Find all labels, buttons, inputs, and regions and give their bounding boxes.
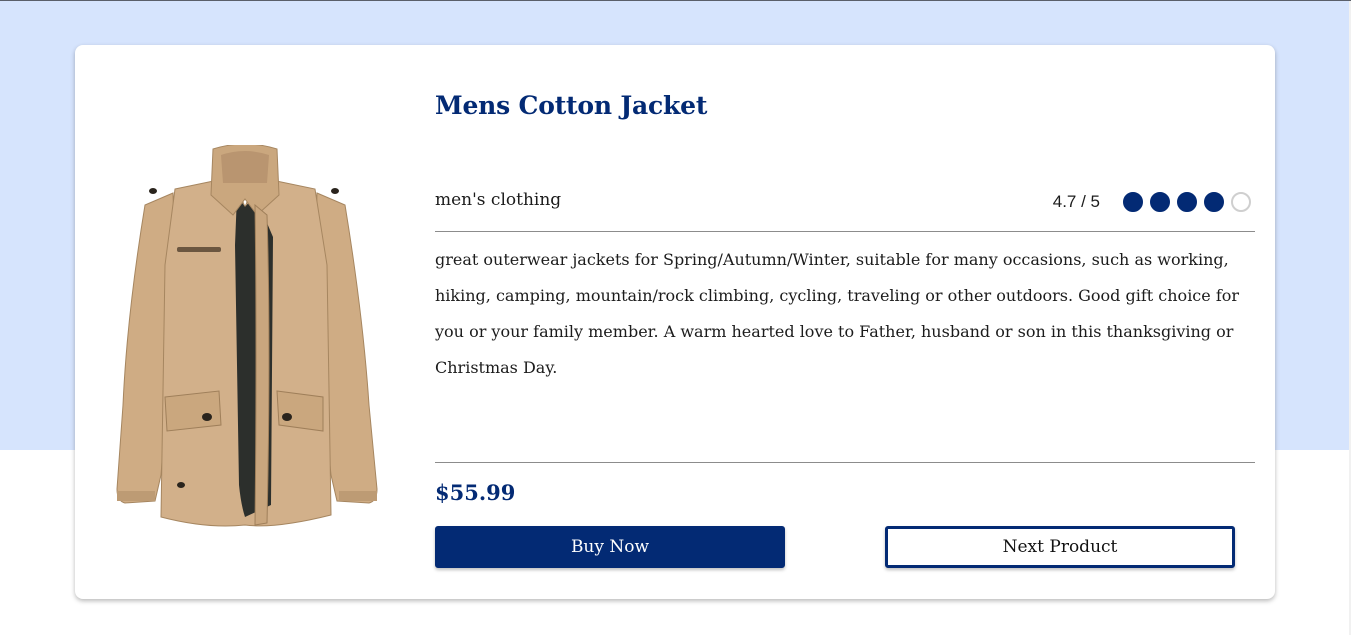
product-price: $55.99 xyxy=(435,480,516,505)
next-product-button[interactable]: Next Product xyxy=(885,526,1235,568)
jacket-image xyxy=(116,145,378,527)
divider xyxy=(435,462,1255,463)
rating-dot-filled-icon xyxy=(1150,192,1170,212)
buy-now-button[interactable]: Buy Now xyxy=(435,526,785,568)
product-description: great outerwear jackets for Spring/Autum… xyxy=(435,250,1240,377)
divider xyxy=(435,231,1255,232)
product-category: men's clothing xyxy=(435,190,562,210)
rating-dot-empty-icon xyxy=(1231,192,1251,212)
product-image xyxy=(95,145,395,527)
rating-dot-filled-icon xyxy=(1177,192,1197,212)
rating-dot-filled-icon xyxy=(1123,192,1143,212)
rating: 4.7 / 5 xyxy=(1053,192,1251,212)
product-card: Mens Cotton Jacket men's clothing 4.7 / … xyxy=(75,45,1275,599)
product-title: Mens Cotton Jacket xyxy=(435,91,708,120)
rating-text: 4.7 / 5 xyxy=(1052,192,1100,211)
rating-dot-filled-icon xyxy=(1204,192,1224,212)
